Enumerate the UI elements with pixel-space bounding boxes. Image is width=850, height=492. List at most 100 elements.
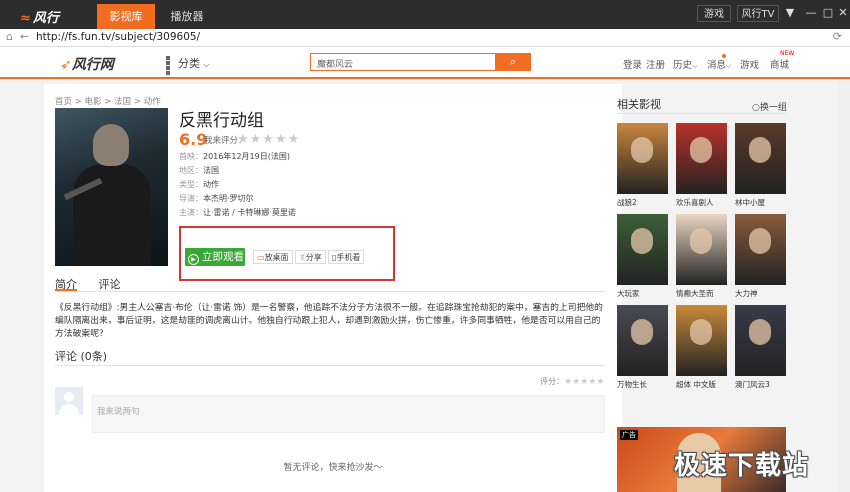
share-button[interactable]: ⇪分享 <box>295 250 326 264</box>
site-logo[interactable]: ➶风行网 <box>60 54 114 74</box>
related-thumb[interactable] <box>735 305 786 376</box>
related-caption[interactable]: 超体 中文版 <box>676 379 716 390</box>
no-comments-text: 暂无评论，快来抢沙发～ <box>283 463 383 473</box>
swoosh-icon: ≈ <box>20 11 31 26</box>
chevron-down-icon: ⌵ <box>203 60 210 69</box>
related-caption[interactable]: 澳门风云3 <box>735 379 770 390</box>
active-tab-indicator <box>55 289 77 291</box>
new-badge: NEW <box>780 50 795 57</box>
back-icon[interactable]: ← <box>20 30 29 43</box>
game-button[interactable]: 游戏 <box>697 5 731 22</box>
related-caption[interactable]: 大玩家 <box>617 288 640 299</box>
meta-genre: 类型：动作 <box>179 179 219 190</box>
game-link[interactable]: 游戏 <box>740 57 759 71</box>
thumb-face <box>631 319 653 345</box>
related-thumb[interactable] <box>676 123 727 194</box>
thumb-face <box>690 228 712 254</box>
notification-dot <box>722 54 726 58</box>
movie-poster[interactable] <box>55 108 168 266</box>
related-thumb[interactable] <box>676 214 727 285</box>
search-button[interactable]: ⌕ <box>495 53 531 71</box>
search-icon: ⌕ <box>509 55 517 68</box>
site-header: ➶风行网 分类 ⌵ 魔都风云 ⌕ 登录 注册 历史⌵ 消息⌵ 游戏 商城 NEW <box>0 47 850 79</box>
comment-rate-label: 评分： <box>540 377 564 386</box>
mobile-watch-button[interactable]: ▯手机看 <box>328 250 365 264</box>
related-thumb[interactable] <box>617 123 668 194</box>
swap-label: 换一组 <box>759 103 787 113</box>
meta-value: 本杰明·罗切尔 <box>203 194 254 203</box>
tab-player[interactable]: 播放器 <box>158 4 216 29</box>
messages-link[interactable]: 消息⌵ <box>707 57 731 71</box>
menu-button[interactable]: ▼ <box>780 4 800 22</box>
related-caption[interactable]: 林中小屋 <box>735 197 765 208</box>
related-divider <box>617 113 786 114</box>
home-icon[interactable]: ⌂ <box>6 30 13 43</box>
thumb-face <box>749 137 771 163</box>
history-label: 历史 <box>673 60 693 71</box>
related-caption[interactable]: 万物生长 <box>617 379 647 390</box>
app-logo-text: 风行 <box>32 11 59 26</box>
close-button[interactable]: ✕ <box>833 4 850 22</box>
mall-link[interactable]: 商城 <box>770 57 789 71</box>
movie-description: 《反黑行动组》:男主人公塞吉·布伦（让·雷诺 饰）是一名警察，他追踪不法分子方法… <box>55 303 603 339</box>
related-title: 相关影视 <box>617 98 661 111</box>
comment-rating: 评分：★★★★★ <box>540 376 604 387</box>
add-desktop-button[interactable]: ▭放桌面 <box>253 250 293 264</box>
tab-comments[interactable]: 评论 <box>99 278 121 291</box>
thumb-face <box>631 228 653 254</box>
share-label: 分享 <box>305 253 322 262</box>
tab-divider <box>55 291 605 292</box>
related-caption[interactable]: 战狼2 <box>617 197 637 208</box>
site-logo-text: 风行网 <box>71 57 114 73</box>
swoosh-icon: ➶ <box>60 57 72 73</box>
related-thumb[interactable] <box>676 305 727 376</box>
related-thumb[interactable] <box>735 123 786 194</box>
comment-input[interactable]: 我来说两句 <box>92 395 605 433</box>
meta-director: 导演：本杰明·罗切尔 <box>179 193 254 204</box>
related-thumb[interactable] <box>617 305 668 376</box>
related-thumb[interactable] <box>735 214 786 285</box>
related-thumb[interactable] <box>617 214 668 285</box>
category-dropdown[interactable]: 分类 ⌵ <box>178 55 210 71</box>
search-input[interactable]: 魔都风云 <box>310 53 496 71</box>
meta-value: 法国 <box>203 166 219 175</box>
scrollbar[interactable] <box>838 79 850 492</box>
register-link[interactable]: 注册 <box>646 57 665 71</box>
meta-value: 动作 <box>203 180 219 189</box>
watch-now-button[interactable]: ▶ 立即观看 <box>185 248 245 266</box>
meta-premiere: 首映：2016年12月19日(法国) <box>179 151 290 162</box>
ad-badge: 广告 <box>620 430 638 440</box>
meta-cast: 主演：让·雷诺 / 卡特琳娜·莫里诺 <box>179 207 296 218</box>
meta-label: 首映： <box>179 152 203 161</box>
url-field[interactable]: http://fs.fun.tv/subject/309605/ <box>36 31 200 43</box>
breadcrumb[interactable]: 首页 > 电影 > 法国 > 动作 <box>55 95 161 107</box>
tab-library[interactable]: 影视库 <box>97 4 155 29</box>
related-caption[interactable]: 欢乐喜剧人 <box>676 197 714 208</box>
swap-button[interactable]: ○换一组 <box>752 100 787 113</box>
login-link[interactable]: 登录 <box>623 57 642 71</box>
add-desktop-label: 放桌面 <box>264 253 289 262</box>
comments-divider <box>55 365 605 366</box>
thumb-face <box>690 319 712 345</box>
category-grid-icon <box>166 56 175 75</box>
watch-now-label: 立即观看 <box>202 251 244 263</box>
meta-label: 地区： <box>179 166 203 175</box>
meta-value: 2016年12月19日(法国) <box>203 152 290 161</box>
reload-icon[interactable]: ⟳ <box>833 30 842 43</box>
related-caption[interactable]: 情癫大圣而 <box>676 288 714 299</box>
refresh-icon: ○ <box>752 103 760 113</box>
fun-tv-button[interactable]: 风行TV <box>737 5 779 22</box>
thumb-face <box>749 228 771 254</box>
thumb-face <box>749 319 771 345</box>
chevron-down-icon: ⌵ <box>726 62 732 70</box>
meta-value[interactable]: 让·雷诺 / 卡特琳娜·莫里诺 <box>203 208 296 217</box>
category-label: 分类 <box>178 57 200 70</box>
meta-label: 主演： <box>179 208 203 217</box>
comments-title: 评论 (0条) <box>55 350 108 363</box>
thumb-face <box>631 137 653 163</box>
rating-stars[interactable]: ★★★★★ <box>237 132 300 147</box>
comment-rating-stars[interactable]: ★★★★★ <box>564 377 604 387</box>
related-caption[interactable]: 大力神 <box>735 288 758 299</box>
avatar <box>55 387 83 415</box>
history-link[interactable]: 历史⌵ <box>673 57 697 71</box>
